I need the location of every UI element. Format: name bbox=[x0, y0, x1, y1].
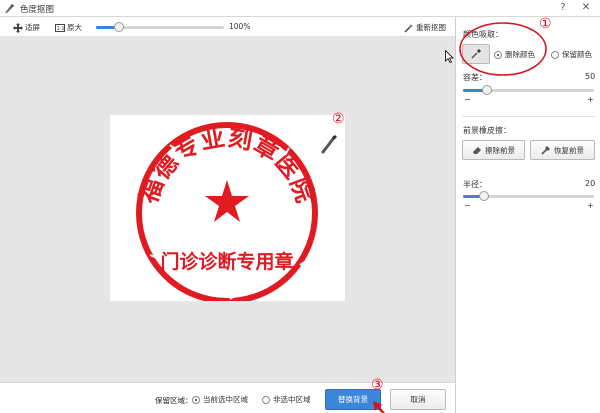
mouse-cursor-icon bbox=[445, 50, 454, 63]
tolerance-label: 容差： bbox=[463, 73, 487, 82]
keep-color-label: 保留颜色 bbox=[562, 50, 592, 59]
annotation-two: ② bbox=[332, 111, 345, 127]
current-selection-label: 当前选中区域 bbox=[203, 395, 248, 404]
red-arrow-icon bbox=[373, 401, 385, 413]
side-panel: 颜色吸取： ① 删除颜色 保留颜色 容差： 50 − + 前景橡皮擦： 擦除前景… bbox=[455, 16, 600, 413]
radius-slider-thumb[interactable] bbox=[478, 191, 489, 201]
cancel-button[interactable]: 取消 bbox=[390, 389, 446, 410]
svg-text:1:1: 1:1 bbox=[57, 26, 65, 32]
fit-screen-label: 适屏 bbox=[25, 23, 40, 32]
non-selection-label: 非选中区域 bbox=[273, 395, 311, 404]
title-bar: 色度抠图 ? ✕ bbox=[0, 0, 600, 17]
tolerance-slider-thumb[interactable] bbox=[481, 85, 492, 95]
zoom-slider-thumb[interactable] bbox=[114, 22, 125, 32]
tolerance-plus[interactable]: + bbox=[587, 95, 594, 104]
fit-screen-icon bbox=[13, 22, 23, 33]
magic-wand-icon bbox=[404, 23, 413, 33]
fit-screen-button[interactable]: 适屏 bbox=[13, 22, 40, 33]
radius-plus[interactable]: + bbox=[587, 201, 594, 210]
keep-color-radio[interactable]: 保留颜色 bbox=[551, 49, 592, 60]
window-title: 色度抠图 bbox=[20, 5, 55, 15]
zoom-percent: 100% bbox=[229, 22, 251, 31]
actual-size-button[interactable]: 1:1 原大 bbox=[55, 22, 82, 33]
keep-area-label: 保留区域： bbox=[155, 396, 193, 405]
restore-brush-icon bbox=[541, 146, 550, 155]
tolerance-value: 50 bbox=[585, 72, 596, 81]
actual-size-label: 原大 bbox=[67, 23, 82, 32]
non-selection-radio[interactable]: 非选中区域 bbox=[262, 394, 311, 405]
eraser-icon bbox=[473, 147, 481, 154]
toolbar: 适屏 1:1 原大 100% 重新抠图 bbox=[0, 17, 455, 37]
app-icon bbox=[5, 4, 14, 13]
image-preview[interactable]: 福德专业刻章医院 门诊诊断专用章 ② bbox=[110, 111, 345, 304]
replace-background-label: 替换背景 bbox=[338, 395, 368, 404]
radio-dot-unselected bbox=[262, 395, 270, 404]
reselect-button[interactable]: 重新抠图 bbox=[404, 22, 446, 33]
tolerance-slider[interactable] bbox=[463, 85, 594, 95]
bottom-bar: 保留区域： 当前选中区域 非选中区域 替换背景 ③ 取消 bbox=[0, 377, 455, 413]
reselect-label: 重新抠图 bbox=[416, 23, 446, 32]
radius-label: 半径： bbox=[463, 180, 487, 189]
radius-minus[interactable]: − bbox=[464, 201, 471, 210]
fg-eraser-label: 前景橡皮擦： bbox=[463, 126, 511, 135]
radio-dot-selected bbox=[192, 395, 200, 404]
restore-foreground-button[interactable]: 恢复前景 bbox=[530, 140, 595, 160]
help-button[interactable]: ? bbox=[552, 0, 574, 16]
cancel-label: 取消 bbox=[410, 395, 426, 404]
erase-foreground-button[interactable]: 擦除前景 bbox=[462, 140, 525, 160]
zoom-slider[interactable] bbox=[96, 22, 224, 32]
erase-foreground-label: 擦除前景 bbox=[485, 145, 515, 155]
canvas-area[interactable]: 福德专业刻章医院 门诊诊断专用章 ② bbox=[0, 37, 455, 382]
divider bbox=[462, 116, 595, 117]
radio-dot-unselected bbox=[551, 50, 559, 59]
stamp-inner-text: 门诊诊断专用章 bbox=[160, 250, 293, 273]
close-button[interactable]: ✕ bbox=[575, 0, 597, 16]
radius-value: 20 bbox=[585, 179, 596, 188]
annotation-three: ③ bbox=[371, 377, 384, 393]
actual-size-icon: 1:1 bbox=[55, 23, 65, 32]
radius-slider[interactable] bbox=[463, 191, 594, 201]
restore-foreground-label: 恢复前景 bbox=[554, 145, 584, 155]
stamp-image: 福德专业刻章医院 门诊诊断专用章 bbox=[133, 122, 319, 304]
eyedropper-cursor-icon bbox=[321, 135, 337, 154]
tolerance-minus[interactable]: − bbox=[464, 95, 471, 104]
current-selection-radio[interactable]: 当前选中区域 bbox=[192, 394, 248, 405]
